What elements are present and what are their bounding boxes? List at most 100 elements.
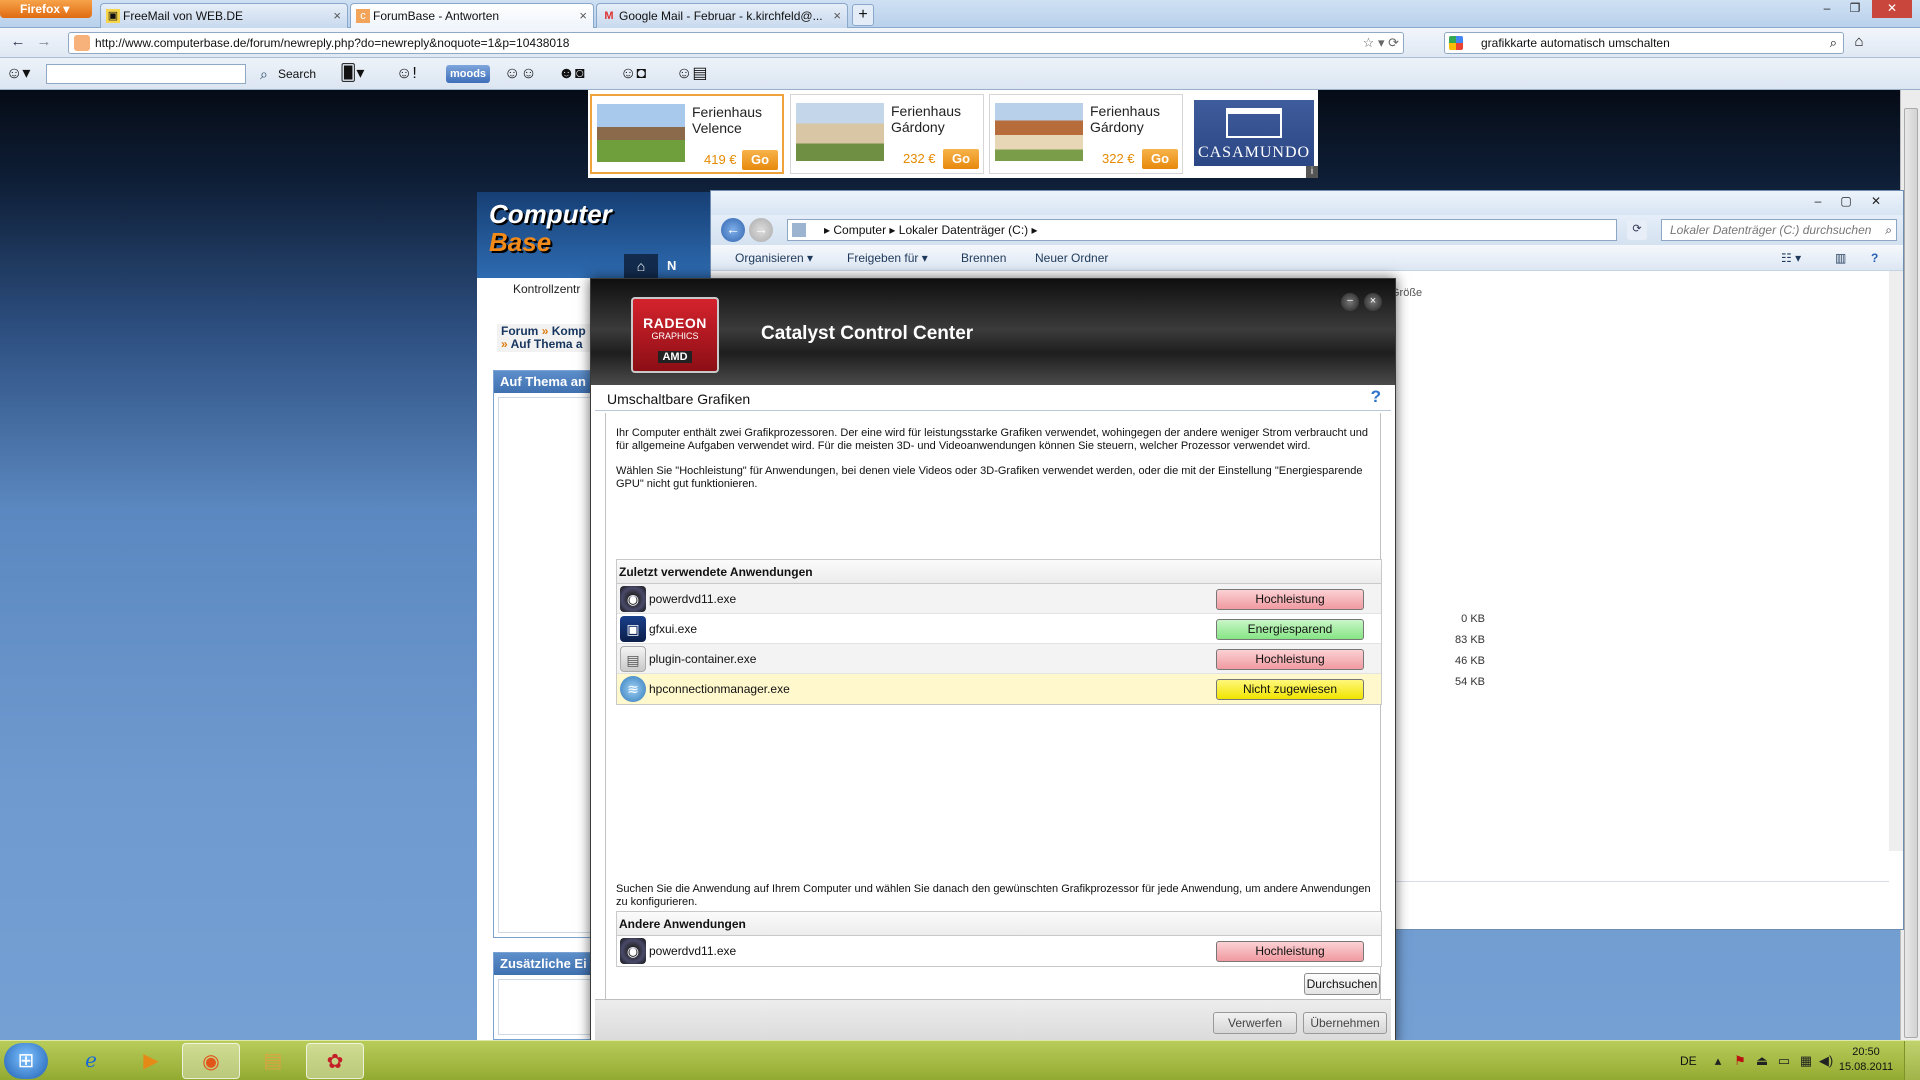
explorer-address-bar[interactable]: ▸ Computer ▸ Lokaler Datenträger (C:) ▸ xyxy=(787,219,1617,241)
list-item[interactable]: ≋ hpconnectionmanager.exe Nicht zugewies… xyxy=(617,674,1381,704)
minimize-icon[interactable]: – xyxy=(1814,0,1840,18)
ad-info-icon[interactable]: i xyxy=(1306,166,1318,178)
organize-menu[interactable]: Organisieren ▾ xyxy=(735,245,813,271)
close-tab-icon[interactable]: × xyxy=(833,4,841,28)
computerbase-logo[interactable]: Computer Base xyxy=(489,200,612,256)
view-options-icon[interactable]: ☷ ▾ xyxy=(1781,245,1801,271)
toolbar-search-input[interactable] xyxy=(46,64,246,84)
show-hidden-icons[interactable]: ▴ xyxy=(1710,1053,1726,1069)
close-tab-icon[interactable]: × xyxy=(579,4,587,28)
battery-icon[interactable]: ▭ xyxy=(1776,1053,1792,1069)
close-icon[interactable]: × xyxy=(1364,293,1382,311)
usb-device-icon[interactable]: ⏏ xyxy=(1754,1053,1770,1069)
list-item[interactable]: ▣ gfxui.exe Energiesparend xyxy=(617,614,1381,644)
catalyst-task-icon[interactable]: ✿ xyxy=(306,1043,364,1079)
search-description: Suchen Sie die Anwendung auf Ihrem Compu… xyxy=(616,883,1371,908)
panel-header: Umschaltbare Grafiken ? xyxy=(595,387,1391,411)
nav-tab[interactable]: N xyxy=(667,254,687,278)
search-bar[interactable]: grafikkarte automatisch umschalten ⌕ xyxy=(1444,32,1844,54)
back-icon[interactable]: ← xyxy=(721,218,745,242)
close-window-icon[interactable]: ✕ xyxy=(1863,193,1889,211)
language-indicator[interactable]: DE xyxy=(1680,1041,1697,1080)
preview-pane-icon[interactable]: ▥ xyxy=(1835,245,1846,271)
toolbar-search-button[interactable]: ⌕ Search xyxy=(258,64,316,84)
ad-item[interactable]: Ferienhaus Gárdony 322 € Go xyxy=(989,94,1183,174)
explorer-search-input[interactable]: Lokaler Datenträger (C:) durchsuchen ⌕ xyxy=(1661,219,1897,241)
firefox-menu-button[interactable]: Firefox ▾ xyxy=(0,0,92,18)
ad-house-image xyxy=(995,103,1083,161)
share-menu[interactable]: Freigeben für ▾ xyxy=(847,245,928,271)
action-center-icon[interactable]: ⚑ xyxy=(1732,1053,1748,1069)
windows-start-icon[interactable]: ⊞ xyxy=(4,1043,48,1079)
url-bar[interactable]: http://www.computerbase.de/forum/newrepl… xyxy=(68,32,1404,54)
control-center-link[interactable]: Kontrollzentr xyxy=(513,282,580,296)
close-window-icon[interactable]: ✕ xyxy=(1872,0,1912,18)
gpu-selector[interactable]: Energiesparend xyxy=(1216,619,1364,640)
smiley-photo-icon[interactable]: ☺◘ xyxy=(620,63,646,85)
gpu-selector[interactable]: Hochleistung xyxy=(1216,941,1364,962)
show-desktop-button[interactable] xyxy=(1904,1041,1920,1080)
smiley-glasses-icon[interactable]: ☺☺ xyxy=(504,63,537,85)
smiley-cards-icon[interactable]: 🂠▾ xyxy=(340,63,364,85)
scrollbar-thumb[interactable] xyxy=(1904,108,1918,1038)
list-item[interactable]: ◉ powerdvd11.exe Hochleistung xyxy=(617,584,1381,614)
smiley-speech-icon[interactable]: ☺! xyxy=(396,63,417,85)
network-icon[interactable]: ▦ xyxy=(1798,1053,1814,1069)
ad-item[interactable]: Ferienhaus Velence 419 € Go xyxy=(590,94,784,174)
browse-button[interactable]: Durchsuchen xyxy=(1304,973,1380,995)
ad-go-button[interactable]: Go xyxy=(1142,149,1178,169)
help-icon[interactable]: ? xyxy=(1871,245,1878,271)
gpu-selector[interactable]: Hochleistung xyxy=(1216,589,1364,610)
ad-item[interactable]: Ferienhaus Gárdony 232 € Go xyxy=(790,94,984,174)
system-clock[interactable]: 20:50 15.08.2011 xyxy=(1836,1045,1896,1075)
explorer-titlebar: – ▢ ✕ xyxy=(711,191,1903,215)
help-icon[interactable]: ? xyxy=(1371,387,1381,407)
minimize-icon[interactable]: – xyxy=(1805,193,1831,211)
minimize-icon[interactable]: – xyxy=(1341,293,1359,311)
bookmark-star-icon[interactable]: ☆ xyxy=(1363,35,1375,50)
tab-gmail[interactable]: M Google Mail - Februar - k.kirchfeld@..… xyxy=(596,3,848,28)
home-icon[interactable]: ⌂ xyxy=(624,254,658,278)
explorer-folder-icon[interactable]: ▤ xyxy=(244,1043,302,1079)
ad-go-button[interactable]: Go xyxy=(742,150,778,170)
refresh-icon[interactable]: ⟳ xyxy=(1627,220,1647,240)
smiley-menu-icon[interactable]: ☺▾ xyxy=(6,63,30,85)
apply-button[interactable]: Übernehmen xyxy=(1303,1012,1387,1034)
ad-go-button[interactable]: Go xyxy=(943,149,979,169)
plugin-container-icon: ▤ xyxy=(620,646,646,672)
gpu-selector[interactable]: Nicht zugewiesen xyxy=(1216,679,1364,700)
firefox-icon[interactable]: ◉ xyxy=(182,1043,240,1079)
new-folder-button[interactable]: Neuer Ordner xyxy=(1035,245,1108,271)
forward-icon[interactable]: → xyxy=(32,31,56,55)
forward-icon[interactable]: → xyxy=(749,218,773,242)
list-item[interactable]: ▤ plugin-container.exe Hochleistung xyxy=(617,644,1381,674)
smiley-gift-icon[interactable]: ☺▤ xyxy=(676,63,707,85)
casamundo-logo[interactable]: CASAMUNDO xyxy=(1194,100,1314,166)
reload-icon[interactable]: ⟳ xyxy=(1388,35,1399,50)
explorer-scrollbar[interactable] xyxy=(1889,271,1903,851)
list-item[interactable]: ◉ powerdvd11.exe Hochleistung xyxy=(617,936,1381,966)
search-icon[interactable]: ⌕ xyxy=(1830,33,1837,53)
powerdvd-icon: ◉ xyxy=(620,586,646,612)
internet-explorer-icon[interactable]: ℯ xyxy=(62,1043,120,1079)
chevron-down-icon[interactable]: ▾ xyxy=(1378,35,1385,50)
forum-body: Kontrollzentr Forum » Komp » Auf Thema a… xyxy=(477,278,607,1040)
restore-icon[interactable]: ❐ xyxy=(1842,0,1868,18)
new-tab-button[interactable]: + xyxy=(852,4,874,26)
tab-forumbase[interactable]: c ForumBase - Antworten × xyxy=(350,3,594,29)
maximize-icon[interactable]: ▢ xyxy=(1833,193,1859,211)
media-player-icon[interactable]: ▶ xyxy=(122,1043,180,1079)
ad-house-image xyxy=(597,104,685,162)
close-tab-icon[interactable]: × xyxy=(333,4,341,28)
gmail-favicon: M xyxy=(604,10,614,22)
back-icon[interactable]: ← xyxy=(6,31,30,55)
tab-webde[interactable]: ▣ FreeMail von WEB.DE × xyxy=(100,3,348,28)
gpu-selector[interactable]: Hochleistung xyxy=(1216,649,1364,670)
discard-button[interactable]: Verwerfen xyxy=(1213,1012,1297,1034)
wireless-icon: ≋ xyxy=(620,676,646,702)
home-icon[interactable]: ⌂ xyxy=(1846,31,1872,55)
smiley-camera-icon[interactable]: ☻◙ xyxy=(558,63,585,85)
moods-button[interactable]: moods xyxy=(446,65,490,83)
burn-button[interactable]: Brennen xyxy=(961,245,1006,271)
volume-icon[interactable]: ◀) xyxy=(1818,1053,1834,1069)
